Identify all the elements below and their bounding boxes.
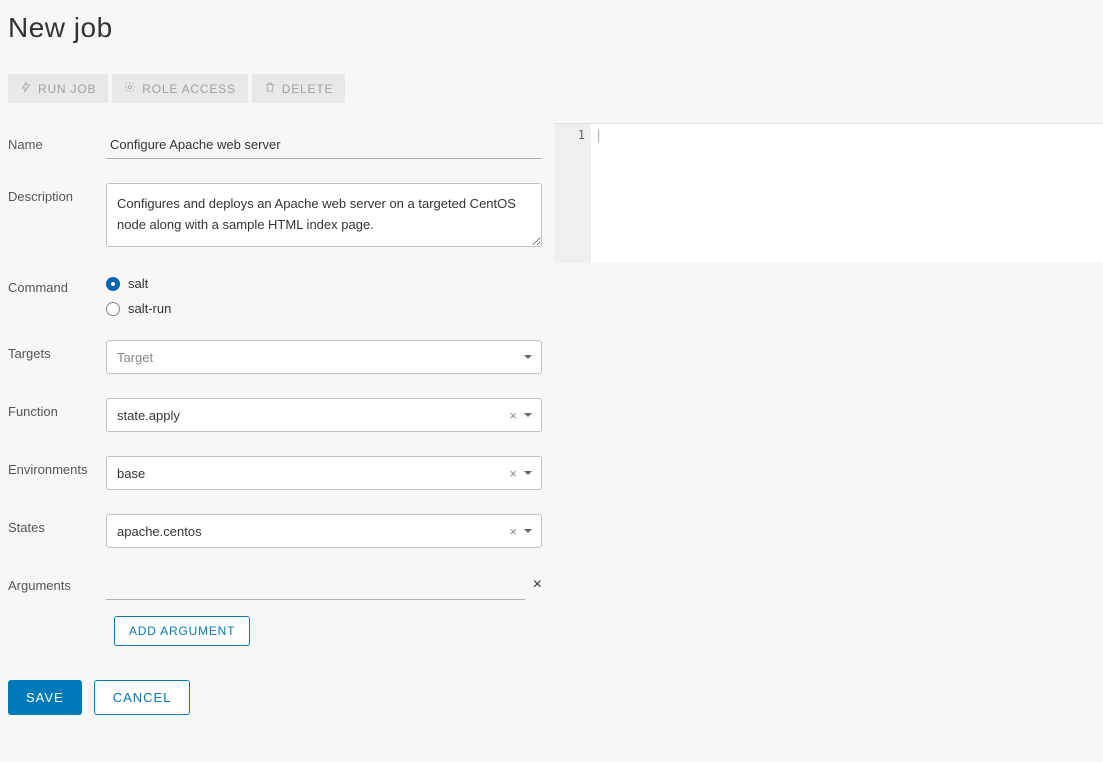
- toolbar: RUN JOB ROLE ACCESS DELETE: [8, 74, 546, 103]
- environments-label: Environments: [8, 456, 106, 477]
- environments-select[interactable]: base ×: [106, 456, 542, 490]
- save-button[interactable]: SAVE: [8, 680, 82, 715]
- delete-label: DELETE: [282, 82, 333, 96]
- run-job-button: RUN JOB: [8, 74, 108, 103]
- name-input[interactable]: [106, 131, 542, 159]
- command-salt-label: salt: [128, 276, 148, 291]
- run-job-label: RUN JOB: [38, 82, 96, 96]
- arguments-label: Arguments: [8, 572, 106, 593]
- states-value: apache.centos: [117, 524, 509, 539]
- function-select[interactable]: state.apply ×: [106, 398, 542, 432]
- states-label: States: [8, 514, 106, 535]
- cancel-button[interactable]: CANCEL: [94, 680, 191, 715]
- command-radio-salt-run[interactable]: salt-run: [106, 301, 542, 316]
- editor-gutter: 1: [554, 124, 591, 263]
- clear-states-icon[interactable]: ×: [509, 524, 517, 539]
- gear-icon: [124, 81, 136, 96]
- command-label: Command: [8, 274, 106, 295]
- chevron-down-icon: [523, 408, 533, 423]
- trash-icon: [264, 81, 276, 96]
- description-textarea[interactable]: Configures and deploys an Apache web ser…: [106, 183, 542, 247]
- clear-environments-icon[interactable]: ×: [509, 466, 517, 481]
- editor-content[interactable]: |: [591, 124, 1103, 263]
- targets-placeholder: Target: [117, 350, 153, 365]
- add-argument-button[interactable]: ADD ARGUMENT: [114, 616, 250, 646]
- environments-value: base: [117, 466, 509, 481]
- radio-unchecked-icon: [106, 302, 120, 316]
- chevron-down-icon: [523, 524, 533, 539]
- code-editor[interactable]: 1 |: [554, 123, 1103, 263]
- targets-select[interactable]: Target: [106, 340, 542, 374]
- states-select[interactable]: apache.centos ×: [106, 514, 542, 548]
- name-label: Name: [8, 131, 106, 152]
- role-access-label: ROLE ACCESS: [142, 82, 236, 96]
- remove-argument-icon[interactable]: ×: [533, 576, 542, 596]
- description-label: Description: [8, 183, 106, 204]
- command-salt-run-label: salt-run: [128, 301, 171, 316]
- chevron-down-icon: [523, 466, 533, 481]
- line-number: 1: [554, 128, 585, 142]
- radio-checked-icon: [106, 277, 120, 291]
- page-title: New job: [8, 12, 546, 44]
- chevron-down-icon: [523, 350, 533, 365]
- clear-function-icon[interactable]: ×: [509, 408, 517, 423]
- function-label: Function: [8, 398, 106, 419]
- command-radio-salt[interactable]: salt: [106, 276, 542, 291]
- lightning-icon: [20, 81, 32, 96]
- role-access-button: ROLE ACCESS: [112, 74, 248, 103]
- function-value: state.apply: [117, 408, 509, 423]
- editor-cursor: |: [595, 128, 602, 142]
- argument-input[interactable]: [106, 572, 525, 600]
- delete-button: DELETE: [252, 74, 345, 103]
- targets-label: Targets: [8, 340, 106, 361]
